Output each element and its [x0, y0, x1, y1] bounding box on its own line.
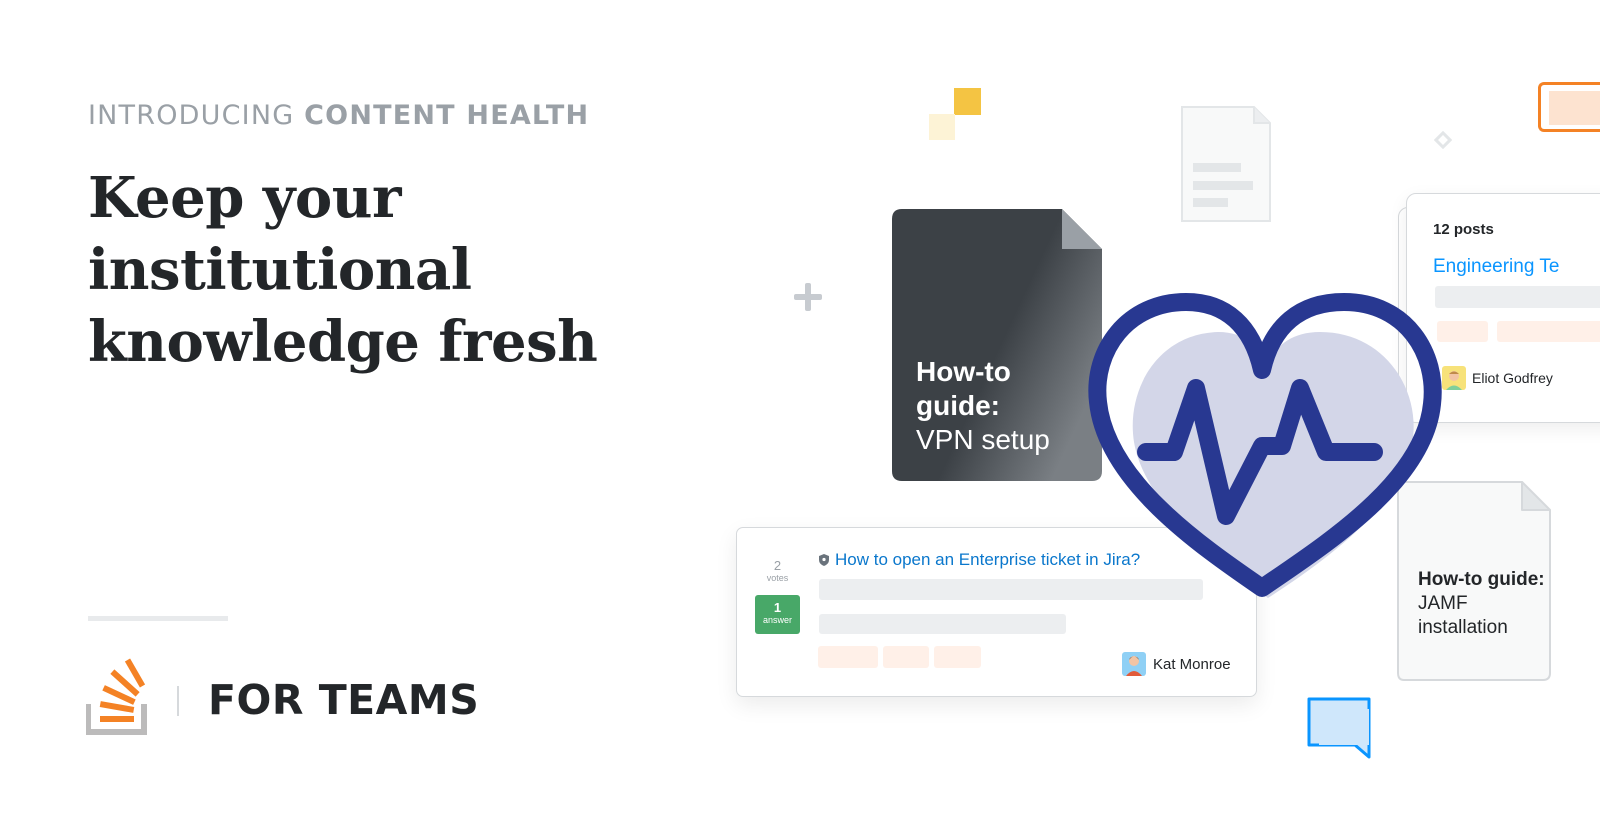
collection-title-link[interactable]: Engineering Te	[1433, 256, 1559, 278]
stack-overflow-logo-icon	[86, 658, 147, 735]
vote-number: 2	[773, 558, 782, 573]
vpn-guide-card[interactable]: How-to guide: VPN setup	[892, 209, 1102, 481]
headline-line-2: knowledge fresh	[88, 309, 598, 375]
post-count: 12 posts	[1433, 221, 1494, 238]
eyebrow-prefix: INTRODUCING	[88, 100, 295, 131]
diamond-icon	[1434, 131, 1452, 149]
answer-number: 1	[773, 600, 782, 615]
eyebrow: INTRODUCING CONTENT HEALTH	[88, 100, 589, 131]
orange-frame	[1538, 82, 1600, 132]
text-placeholder	[1435, 286, 1600, 308]
avatar	[1122, 652, 1146, 676]
text-placeholder	[819, 614, 1066, 634]
chat-bubble-icon	[1307, 697, 1371, 759]
vote-label: votes	[766, 573, 789, 583]
heartbeat-icon	[1088, 293, 1442, 598]
tag-placeholder[interactable]	[818, 646, 878, 668]
author-name: Eliot Godfrey	[1472, 370, 1553, 386]
divider	[88, 616, 228, 621]
yellow-square	[954, 88, 981, 115]
tag-placeholder[interactable]	[1497, 321, 1600, 342]
shield-icon	[819, 554, 829, 566]
vpn-guide-subtitle: VPN setup	[916, 424, 1050, 455]
headline-line-1: Keep your institutional	[88, 165, 472, 303]
answer-count-badge: 1 answer	[755, 595, 800, 634]
eyebrow-strong: CONTENT HEALTH	[304, 100, 590, 131]
tag-placeholder[interactable]	[934, 646, 981, 668]
vpn-guide-title: How-to guide:	[916, 356, 1011, 421]
vote-count: 2 votes	[755, 558, 800, 583]
pale-yellow-square	[929, 114, 955, 140]
document-icon	[1181, 106, 1271, 222]
author-name: Kat Monroe	[1153, 656, 1231, 673]
headline: Keep your institutional knowledge fresh	[88, 162, 748, 378]
tag-placeholder[interactable]	[883, 646, 929, 668]
answer-label: answer	[762, 615, 792, 625]
plus-icon	[794, 283, 822, 311]
brand-separator	[177, 686, 179, 716]
for-teams-label: FOR TEAMS	[208, 676, 480, 724]
